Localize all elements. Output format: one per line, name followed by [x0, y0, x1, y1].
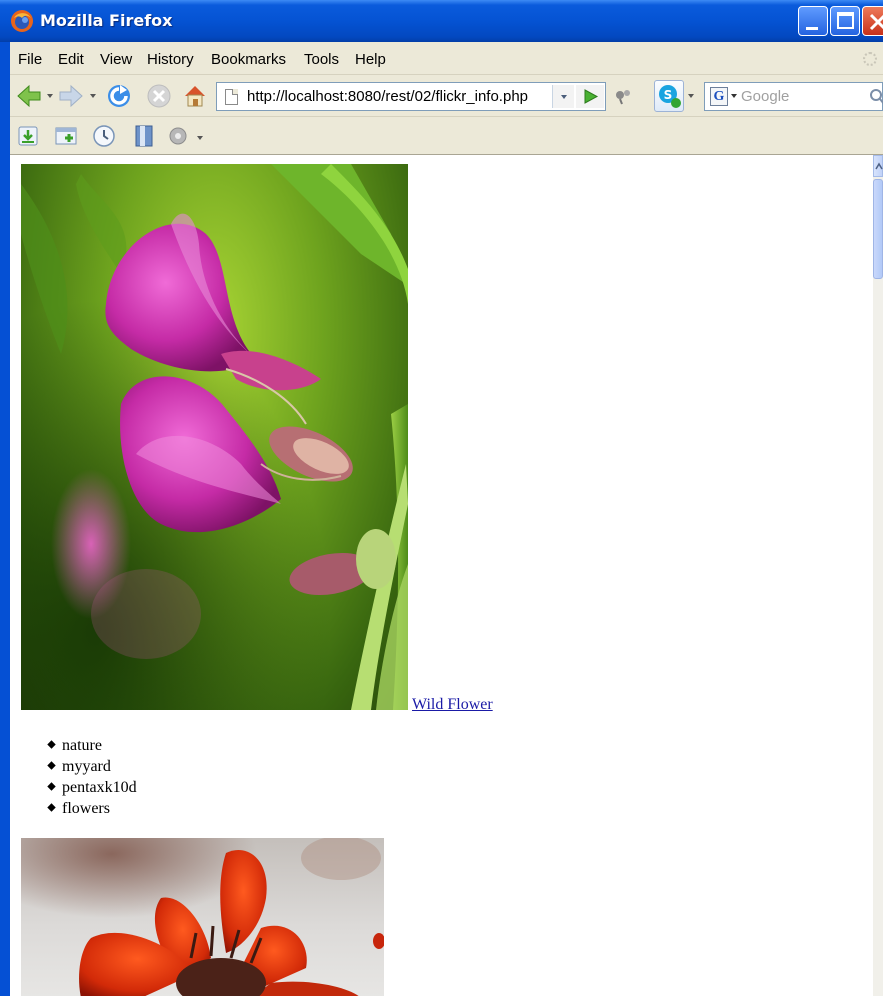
search-box[interactable]: G Google — [704, 82, 883, 111]
tag-label: nature — [62, 737, 102, 754]
media-chevron-down-icon[interactable] — [197, 136, 203, 140]
page-icon — [225, 89, 238, 105]
maximize-icon — [837, 12, 854, 29]
search-input[interactable]: Google — [741, 88, 789, 105]
forward-icon[interactable] — [58, 83, 84, 109]
url-bar[interactable]: http://localhost:8080/rest/02/flickr_inf… — [216, 82, 606, 111]
chevron-up-icon — [875, 162, 883, 170]
menu-bar: File Edit View History Bookmarks Tools H… — [10, 42, 883, 75]
go-icon — [584, 89, 599, 104]
scroll-up-button[interactable] — [873, 155, 883, 177]
menu-file[interactable]: File — [18, 51, 42, 68]
title-bar[interactable]: Mozilla Firefox — [0, 0, 883, 42]
stop-icon[interactable] — [146, 83, 172, 109]
close-icon — [869, 13, 883, 31]
flower-photo-image — [21, 164, 408, 710]
forward-history-chevron-down-icon[interactable] — [90, 94, 96, 98]
tag-label: myyard — [62, 758, 111, 775]
minimize-icon — [806, 27, 818, 30]
menu-help[interactable]: Help — [355, 51, 386, 68]
tag-label: flowers — [62, 800, 110, 817]
go-button[interactable] — [576, 85, 604, 108]
bullet-icon — [47, 782, 56, 791]
menu-bookmarks[interactable]: Bookmarks — [211, 51, 286, 68]
google-icon[interactable]: G — [710, 87, 728, 106]
menu-history[interactable]: History — [147, 51, 194, 68]
bullet-icon — [47, 803, 56, 812]
scrollbar-thumb[interactable] — [873, 179, 883, 279]
list-item: myyard — [43, 756, 137, 777]
list-item: flowers — [43, 798, 137, 819]
navigation-toolbar: http://localhost:8080/rest/02/flickr_inf… — [10, 75, 883, 117]
minimize-button[interactable] — [798, 6, 828, 36]
back-icon[interactable] — [16, 83, 42, 109]
bullet-icon — [47, 761, 56, 770]
window-title: Mozilla Firefox — [40, 11, 173, 30]
menu-tools[interactable]: Tools — [304, 51, 339, 68]
url-history-dropdown[interactable] — [552, 85, 574, 108]
bullet-icon — [47, 740, 56, 749]
search-icon[interactable] — [869, 88, 883, 106]
url-input[interactable]: http://localhost:8080/rest/02/flickr_inf… — [247, 88, 528, 105]
home-icon[interactable] — [182, 83, 208, 109]
list-item: pentaxk10d — [43, 777, 137, 798]
addon-icon[interactable] — [610, 83, 636, 109]
photo-wild-flower[interactable] — [21, 164, 408, 710]
reload-icon[interactable] — [106, 83, 132, 109]
download-icon[interactable] — [16, 124, 40, 148]
svg-text:S: S — [664, 88, 673, 102]
skype-icon: S — [659, 85, 681, 108]
bookmarks-book-icon[interactable] — [132, 124, 156, 148]
photo-red-flower[interactable] — [21, 838, 384, 996]
media-disc-icon[interactable] — [166, 124, 190, 148]
page-content: Wild Flower nature myyard pentaxk10d flo… — [10, 155, 873, 996]
window-frame-left — [0, 42, 10, 996]
browser-window: Mozilla Firefox File Edit View History B… — [0, 0, 883, 996]
new-tab-icon[interactable] — [54, 124, 78, 148]
red-flower-photo-image — [21, 838, 384, 996]
tag-list: nature myyard pentaxk10d flowers — [43, 735, 137, 819]
photo-title-link[interactable]: Wild Flower — [412, 696, 493, 714]
history-clock-icon[interactable] — [92, 124, 116, 148]
close-button[interactable] — [862, 6, 883, 36]
skype-chevron-down-icon[interactable] — [688, 94, 694, 98]
bookmarks-toolbar — [10, 117, 883, 155]
list-item: nature — [43, 735, 137, 756]
firefox-icon — [11, 10, 33, 32]
vertical-scrollbar[interactable] — [873, 155, 883, 996]
search-engine-chevron-down-icon[interactable] — [731, 94, 737, 98]
chevron-down-icon — [561, 95, 567, 99]
tag-label: pentaxk10d — [62, 779, 137, 796]
skype-button[interactable]: S — [654, 80, 684, 112]
menu-view[interactable]: View — [100, 51, 132, 68]
activity-throbber-icon — [863, 52, 877, 66]
back-history-chevron-down-icon[interactable] — [47, 94, 53, 98]
maximize-button[interactable] — [830, 6, 860, 36]
menu-edit[interactable]: Edit — [58, 51, 84, 68]
